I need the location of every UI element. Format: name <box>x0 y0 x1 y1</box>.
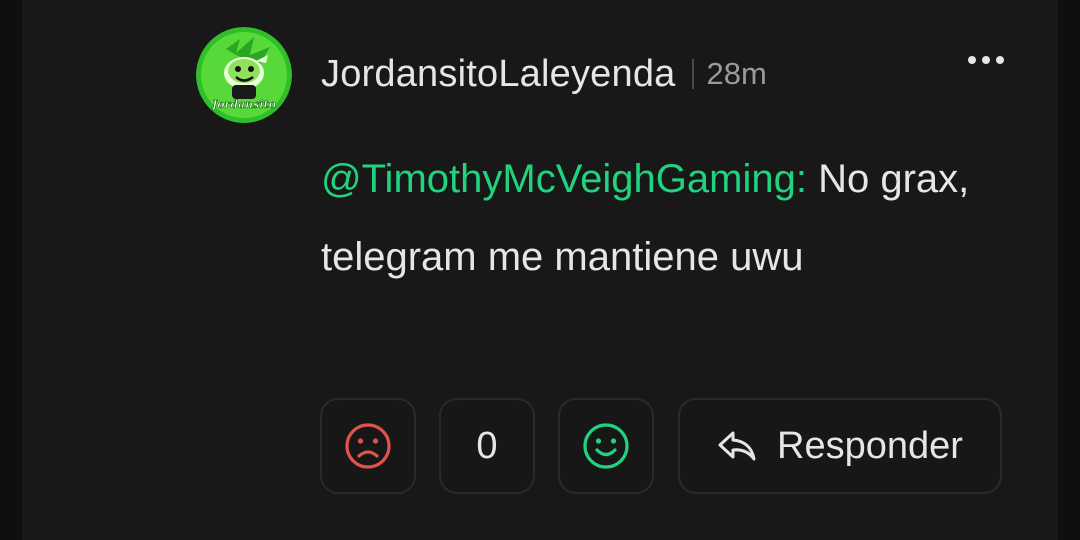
avatar[interactable]: Jordansito <box>196 27 292 123</box>
mention-link[interactable]: @TimothyMcVeighGaming: <box>321 157 807 201</box>
comment-body: @TimothyMcVeighGaming: No grax, telegram… <box>321 140 1011 296</box>
reply-button[interactable]: Responder <box>678 398 1002 494</box>
timestamp: 28m <box>706 56 767 91</box>
like-button[interactable] <box>558 398 654 494</box>
reply-arrow-icon <box>718 431 756 461</box>
happy-face-icon <box>583 423 629 469</box>
reply-label: Responder <box>777 424 963 467</box>
comment-header: JordansitoLaleyenda 28m <box>321 50 767 98</box>
vote-count-box: 0 <box>439 398 535 494</box>
header-separator <box>691 59 694 89</box>
dislike-button[interactable] <box>320 398 416 494</box>
more-options-button[interactable] <box>964 48 1008 72</box>
author-name[interactable]: JordansitoLaleyenda <box>321 53 676 96</box>
vote-count: 0 <box>476 424 498 467</box>
sad-face-icon <box>345 423 391 469</box>
more-horizontal-icon <box>968 56 1004 64</box>
avatar-text: Jordansito <box>210 98 276 111</box>
